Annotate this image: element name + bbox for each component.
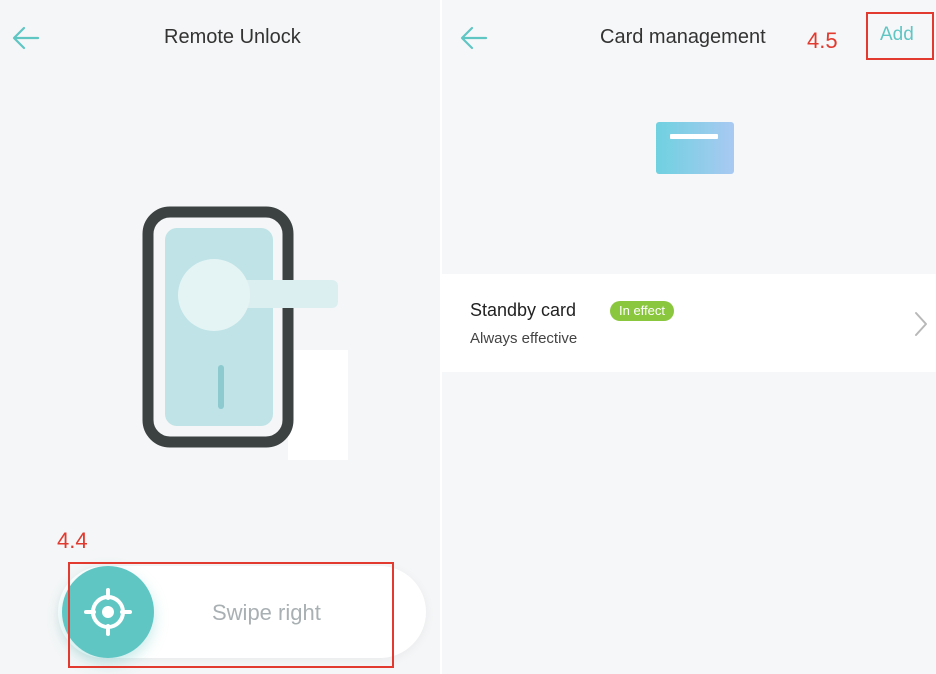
card-list-item[interactable]: Standby card In effect Always effective bbox=[442, 274, 936, 372]
door-lock-icon bbox=[142, 206, 348, 460]
status-badge: In effect bbox=[610, 301, 675, 321]
step-annotation: 4.5 bbox=[807, 28, 838, 53]
back-arrow-icon[interactable] bbox=[10, 22, 42, 54]
highlight-box bbox=[866, 12, 934, 60]
step-annotation: 4.4 bbox=[57, 528, 88, 553]
chevron-right-icon bbox=[915, 312, 927, 336]
card-management-header: Card management 4.5 Add bbox=[442, 0, 936, 76]
page-title: Card management bbox=[600, 26, 766, 48]
page-title: Remote Unlock bbox=[164, 26, 301, 48]
back-arrow-icon[interactable] bbox=[458, 22, 490, 54]
card-icon bbox=[656, 122, 734, 174]
remote-unlock-screen: Remote Unlock 4.4 Swipe right bbox=[0, 0, 440, 674]
card-management-screen: Card management 4.5 Add Standby card In … bbox=[442, 0, 936, 674]
card-name: Standby card bbox=[470, 300, 577, 320]
remote-unlock-header: Remote Unlock bbox=[0, 0, 440, 76]
card-validity: Always effective bbox=[470, 330, 578, 347]
highlight-box bbox=[68, 562, 394, 668]
